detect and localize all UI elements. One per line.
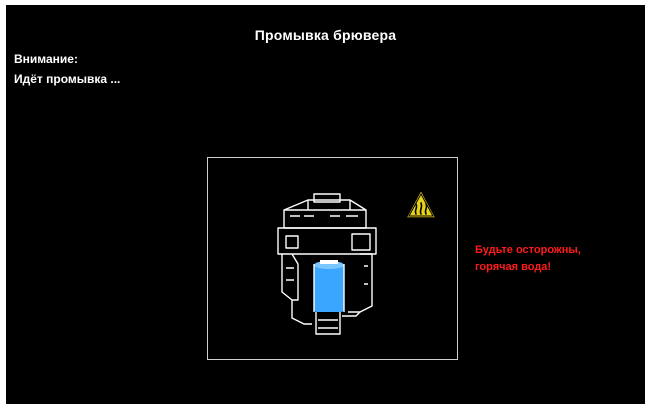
notice-text: Идёт промывка ...: [14, 72, 121, 86]
hot-water-warning: Будьте осторожны, горячая вода!: [475, 242, 581, 276]
notice-heading: Внимание:: [14, 52, 78, 66]
notice-block: Внимание: Идёт промывка ...: [14, 49, 120, 89]
page-title: Промывка брювера: [254, 27, 397, 43]
hot-water-hazard-icon: [404, 188, 438, 219]
warning-line-2: горячая вода!: [475, 261, 552, 273]
brewer-unit-icon: [277, 193, 377, 335]
brewer-rinse-screen: Промывка брювера Внимание: Идёт промывка…: [6, 5, 645, 404]
warning-line-1: Будьте осторожны,: [475, 244, 581, 256]
illustration-frame: [207, 157, 458, 360]
